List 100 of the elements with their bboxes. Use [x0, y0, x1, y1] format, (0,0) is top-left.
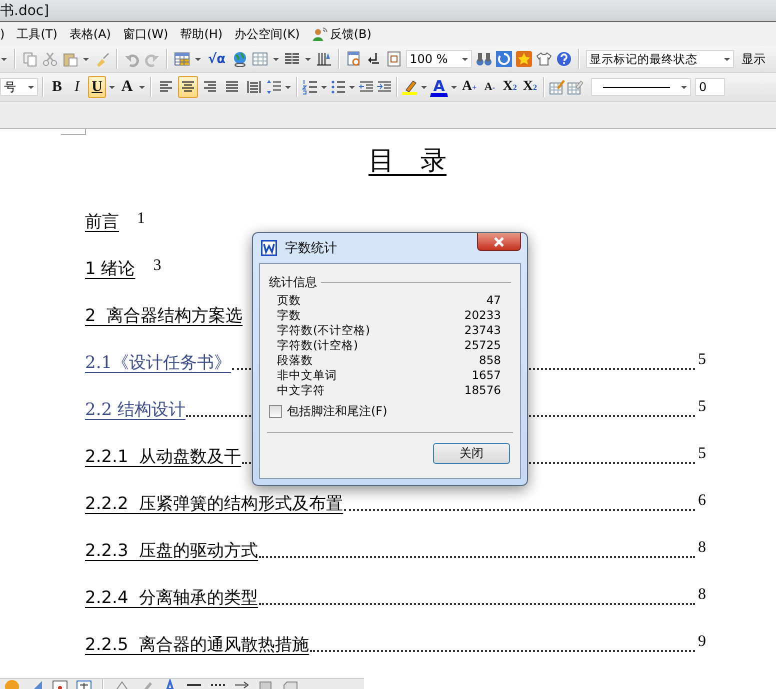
- checkbox[interactable]: [269, 405, 282, 418]
- toc-entry[interactable]: 2.1《设计任务书》: [85, 351, 232, 374]
- checkbox-label: 包括脚注和尾注(F): [287, 403, 388, 420]
- columns-icon[interactable]: [284, 51, 300, 67]
- stat-value: 25725: [464, 338, 501, 353]
- character-spacing-button[interactable]: A: [118, 76, 136, 98]
- page-number: 3: [153, 257, 162, 275]
- page-number: 5: [698, 398, 706, 416]
- crop-mark: [61, 129, 86, 135]
- close-icon: [492, 236, 506, 248]
- stat-value: 858: [479, 353, 501, 368]
- dropdown-arrow-icon[interactable]: [348, 83, 356, 91]
- toc-entry[interactable]: 2.2.3 压盘的驱动方式: [85, 539, 258, 562]
- toc-entry[interactable]: 2 离合器结构方案选: [85, 304, 243, 327]
- dropdown-arrow-icon[interactable]: [27, 83, 35, 91]
- align-center-button[interactable]: [178, 76, 198, 98]
- menu-item[interactable]: 帮助(H): [176, 26, 231, 42]
- dropdown-arrow-icon[interactable]: [194, 55, 202, 63]
- menu-item[interactable]: 工具(T): [12, 26, 66, 42]
- people-icon: [312, 26, 328, 42]
- stat-label: 字符数(不计空格): [277, 323, 370, 338]
- dropdown-arrow-icon[interactable]: [680, 83, 688, 91]
- dropdown-arrow-icon[interactable]: [320, 83, 328, 91]
- shirt-icon[interactable]: [536, 51, 552, 67]
- frame-icon[interactable]: [386, 51, 402, 67]
- bullet-list-icon[interactable]: [330, 79, 346, 95]
- dropdown-arrow-icon[interactable]: [82, 55, 90, 63]
- toc-entry[interactable]: 前言: [85, 210, 119, 233]
- bold-button[interactable]: B: [48, 76, 66, 98]
- arrows-icon[interactable]: [366, 51, 382, 67]
- zoom-field[interactable]: 100 %: [406, 50, 472, 68]
- markup-view-dropdown[interactable]: 显示标记的最终状态: [586, 50, 734, 68]
- line-style-dropdown[interactable]: [590, 78, 691, 96]
- dropdown-arrow-icon[interactable]: [304, 55, 312, 63]
- table-icon[interactable]: [252, 51, 268, 67]
- font-color-button[interactable]: A: [430, 77, 448, 97]
- line-sample: [602, 86, 670, 88]
- table-insert-icon[interactable]: [174, 51, 190, 67]
- refresh-icon[interactable]: [496, 51, 512, 67]
- stat-label: 段落数: [277, 353, 313, 368]
- scissors-icon[interactable]: [42, 51, 58, 67]
- line-spacing-icon[interactable]: [266, 79, 282, 95]
- dropdown-arrow-icon[interactable]: [284, 83, 292, 91]
- stat-label: 字符数(计空格): [277, 338, 358, 353]
- toc-entry[interactable]: 2.2 结构设计: [85, 398, 186, 421]
- close-dialog-button[interactable]: 关闭: [433, 443, 510, 464]
- dropdown-arrow-icon[interactable]: [420, 83, 428, 91]
- help-icon[interactable]: [556, 51, 572, 67]
- copy-icon[interactable]: [22, 51, 38, 67]
- clipboard-icon[interactable]: [62, 51, 78, 67]
- globe-link-icon[interactable]: [232, 51, 248, 67]
- stat-value: 23743: [464, 323, 501, 338]
- line-width-field[interactable]: 0: [694, 78, 725, 96]
- page-number: 5: [698, 351, 706, 369]
- close-button[interactable]: [477, 233, 521, 251]
- window-title: 书.doc]: [0, 2, 50, 20]
- dropdown-arrow-icon[interactable]: [460, 55, 469, 63]
- menu-item[interactable]: 表格(A): [65, 26, 119, 42]
- text-direction-icon[interactable]: [316, 51, 332, 67]
- page-number: 1: [137, 210, 145, 228]
- stat-label: 字数: [277, 308, 301, 323]
- stat-value: 20233: [464, 308, 501, 323]
- italic-button[interactable]: I: [68, 76, 86, 98]
- menu-item[interactable]: ): [0, 27, 13, 41]
- table-eraser-icon[interactable]: [566, 79, 583, 95]
- font-size-field[interactable]: 号: [0, 78, 38, 96]
- highlighter-icon[interactable]: [402, 79, 418, 95]
- stat-label: 非中文单词: [277, 368, 337, 383]
- group-label: 统计信息: [269, 274, 317, 291]
- formula-button[interactable]: √α: [206, 52, 228, 66]
- markup-label: 显示: [742, 50, 766, 68]
- dropdown-arrow-icon[interactable]: [722, 55, 731, 63]
- dropdown-arrow-icon[interactable]: [0, 55, 8, 63]
- dropdown-arrow-icon[interactable]: [272, 55, 280, 63]
- toc-entry[interactable]: 2.2.1 从动盘数及干: [85, 445, 242, 468]
- toc-entry[interactable]: 2.2.4 分离轴承的类型: [85, 586, 258, 609]
- toc-entry[interactable]: 1 绪论: [85, 257, 136, 280]
- stat-value: 18576: [464, 383, 501, 398]
- underline-button[interactable]: U: [88, 76, 106, 98]
- dropdown-arrow-icon[interactable]: [138, 83, 146, 91]
- menu-item[interactable]: 反馈(B): [308, 26, 380, 42]
- table-edit-icon[interactable]: [548, 79, 565, 95]
- dropdown-arrow-icon[interactable]: [108, 83, 116, 91]
- toc-entry[interactable]: 2.2.5 离合器的通风散热措施: [85, 633, 310, 656]
- binoculars-icon[interactable]: [476, 51, 492, 67]
- page-number: 9: [698, 633, 706, 651]
- numbered-list-icon[interactable]: [302, 79, 318, 95]
- dialog-title: 字数统计: [285, 240, 337, 257]
- toc-entry[interactable]: 2.2.2 压紧弹簧的结构形式及布置: [85, 492, 344, 515]
- stat-value: 47: [486, 293, 501, 308]
- page-number: 8: [698, 586, 706, 604]
- stat-label: 中文字符: [277, 383, 325, 398]
- page-number: 8: [698, 539, 706, 557]
- distribute-icon: [246, 79, 262, 95]
- menu-item[interactable]: 窗口(W): [118, 26, 176, 42]
- menu-item[interactable]: 办公空间(K): [230, 26, 308, 42]
- stat-label: 页数: [277, 293, 301, 308]
- star-icon[interactable]: [516, 51, 532, 67]
- dropdown-arrow-icon[interactable]: [450, 83, 458, 91]
- print-preview-icon[interactable]: [346, 51, 362, 67]
